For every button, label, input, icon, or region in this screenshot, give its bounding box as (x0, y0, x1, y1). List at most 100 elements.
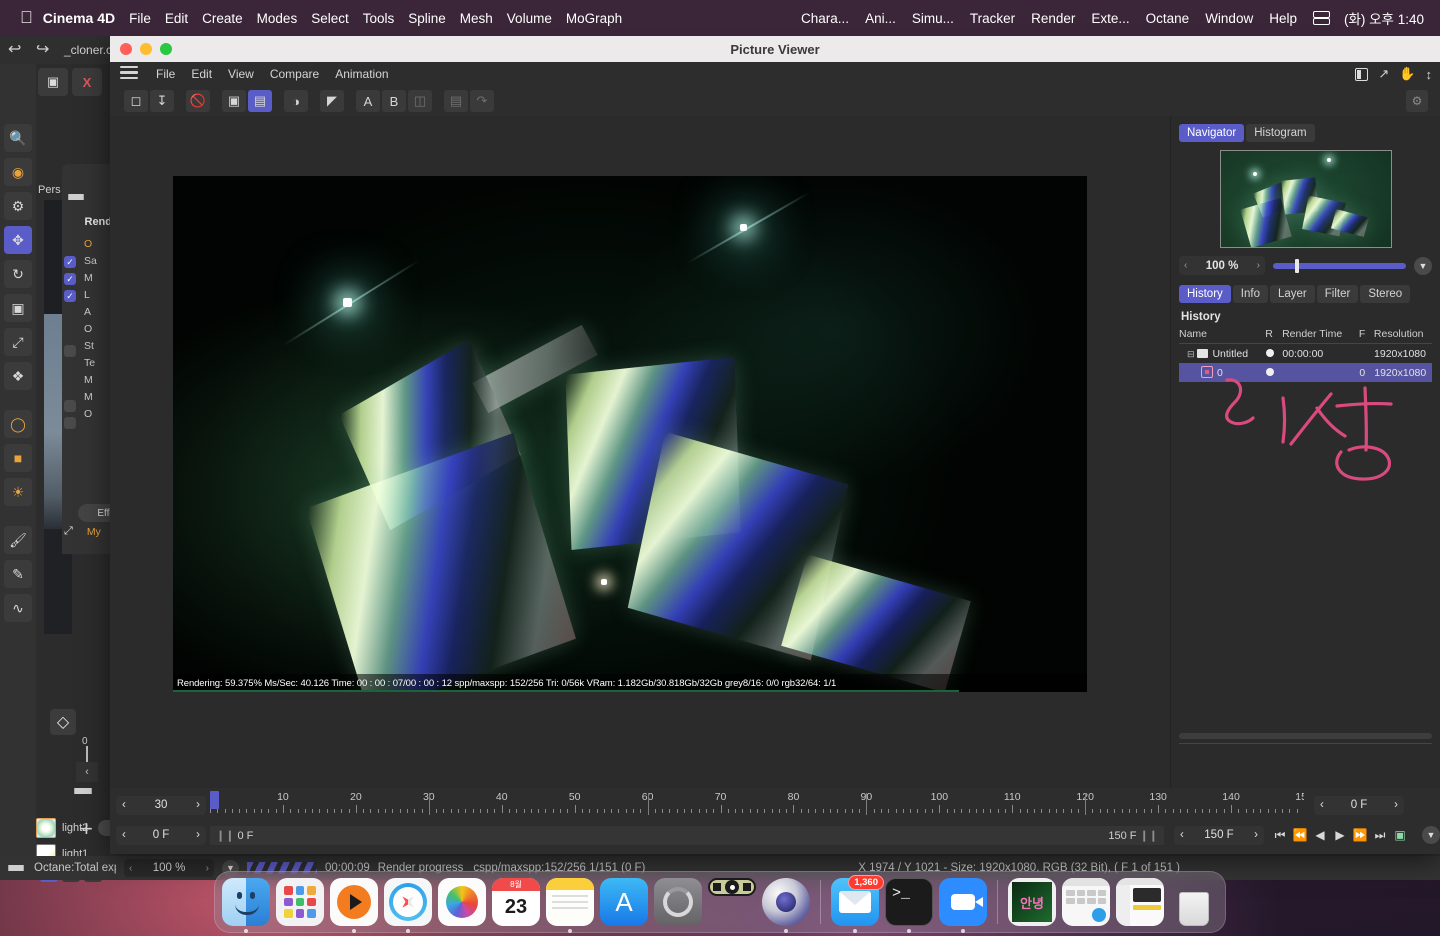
timeline-range-right-field[interactable]: ‹ 0 F › (1314, 795, 1404, 815)
rotate-tool-icon[interactable]: ↻ (4, 260, 32, 288)
table-row[interactable]: 0 0 1920x1080 (1179, 363, 1432, 382)
chevron-right-icon[interactable]: › (206, 863, 209, 874)
render-tree-item[interactable]: M (84, 270, 97, 287)
checkbox-off[interactable] (64, 417, 76, 429)
dock-item-trash[interactable] (1170, 878, 1218, 926)
save-image-icon[interactable]: ↧ (150, 90, 174, 112)
cpu-on-icon[interactable]: ▤ (248, 90, 272, 112)
dock-item-after-effects[interactable] (708, 878, 756, 926)
history-col-f[interactable]: F (1359, 328, 1374, 340)
undo-icon[interactable] (8, 39, 24, 59)
poly-pen-tool-icon[interactable]: ■ (4, 444, 32, 472)
table-row[interactable]: ⊟ Untitled 00:00:00 1920x1080 (1179, 344, 1432, 363)
menubar-item-mesh[interactable]: Mesh (460, 11, 493, 26)
tab-stereo[interactable]: Stereo (1360, 285, 1411, 303)
tab-layer[interactable]: Layer (1269, 285, 1315, 303)
play-icon[interactable]: ▶ (1330, 828, 1350, 842)
stop-render-icon[interactable]: 🚫 (186, 90, 210, 112)
control-center-icon[interactable] (1312, 11, 1330, 25)
go-to-start-icon[interactable]: ⏮ (1270, 828, 1290, 843)
move-tool-icon[interactable]: ✥ (4, 226, 32, 254)
chevron-right-icon[interactable]: › (1394, 799, 1398, 811)
render-tree-item[interactable]: O (84, 236, 97, 253)
tab-info[interactable]: Info (1232, 285, 1268, 303)
dock-item-cinema-4d[interactable] (762, 878, 810, 933)
dock-item-terminal[interactable]: >_ (885, 878, 933, 933)
render-image-canvas[interactable]: Rendering: 59.375% Ms/Sec: 40.126 Time: … (173, 176, 1087, 692)
chevron-left-icon[interactable]: ‹ (122, 799, 126, 811)
live-selection-tool-icon[interactable]: ◉ (4, 158, 32, 186)
history-col-name[interactable]: Name (1179, 328, 1265, 340)
chevron-left-icon[interactable]: ‹ (1184, 260, 1187, 271)
timeline-current-frame-field[interactable]: ‹ 0 F › (116, 825, 206, 845)
checkbox-off[interactable] (64, 345, 76, 357)
menubar-item-modes[interactable]: Modes (257, 11, 298, 26)
menubar-item-window[interactable]: Window (1205, 11, 1253, 26)
apple-logo-icon[interactable]:  (20, 9, 33, 26)
layers-icon[interactable]: ▤ (444, 90, 468, 112)
checkbox-off[interactable] (64, 400, 76, 412)
picture-viewer-titlebar[interactable]: Picture Viewer (110, 36, 1440, 62)
pv-menu-view[interactable]: View (228, 67, 254, 81)
menubar-item-spline[interactable]: Spline (408, 11, 446, 26)
compare-ab-icon[interactable]: ◤ (320, 90, 344, 112)
track-grip-right[interactable]: ❙❙ (1140, 830, 1158, 842)
render-tree-item[interactable]: M (84, 372, 97, 389)
resize-vertical-icon[interactable]: ↕ (1426, 67, 1433, 82)
dock-item-app-store[interactable]: A (600, 878, 648, 926)
menubar-item-extensions[interactable]: Exte... (1091, 11, 1129, 26)
render-tree-item[interactable]: M (84, 389, 97, 406)
point-move-tool-icon[interactable]: ⤢ (4, 328, 32, 356)
c4d-zoom-field[interactable]: ‹ 100 % › (124, 859, 214, 877)
menubar-item-mograph[interactable]: MoGraph (566, 11, 622, 26)
play-reverse-icon[interactable]: ◀ (1310, 828, 1330, 842)
pv-menu-animation[interactable]: Animation (335, 67, 388, 81)
menubar-item-select[interactable]: Select (311, 11, 349, 26)
dock-item-mail[interactable]: 1,360 (831, 875, 884, 933)
open-folder-icon[interactable]: ◻ (124, 90, 148, 112)
dock-item-minimized-window-3[interactable] (1116, 878, 1164, 926)
tab-history[interactable]: History (1179, 285, 1231, 303)
hamburger-icon[interactable] (120, 66, 138, 82)
split-view-icon[interactable] (1355, 67, 1369, 81)
menubar-item-volume[interactable]: Volume (507, 11, 552, 26)
timeline-end-field[interactable]: ‹ 150 F › (1174, 825, 1264, 845)
eyedropper-tool-icon[interactable]: ✎ (4, 560, 32, 588)
chevron-left-icon[interactable]: ‹ (122, 829, 126, 841)
track-grip-left[interactable]: ❙❙ (216, 830, 234, 842)
export-icon[interactable]: ↷ (470, 90, 494, 112)
menubar-item-file[interactable]: File (129, 11, 151, 26)
render-tree-item[interactable]: O (84, 406, 97, 423)
checkbox-on[interactable]: ✓ (64, 256, 76, 268)
menubar-item-octane[interactable]: Octane (1146, 11, 1190, 26)
render-tree-item[interactable]: O (84, 321, 97, 338)
dock-item-vlc[interactable] (330, 878, 378, 933)
delete-icon[interactable]: X (72, 68, 102, 96)
spline-pen-tool-icon[interactable]: ◯ (4, 410, 32, 438)
expand-collapse-icon[interactable]: ⊟ (1187, 349, 1195, 359)
step-back-icon[interactable]: ⏪ (1290, 828, 1310, 842)
checkbox-on[interactable]: ✓ (64, 290, 76, 302)
chevron-right-icon[interactable]: › (196, 799, 200, 811)
render-setting-my-row[interactable]: ⤢ My (64, 525, 101, 538)
open-external-icon[interactable]: ↗ (1378, 66, 1389, 82)
history-col-resolution[interactable]: Resolution (1374, 328, 1432, 340)
scale-tool-icon[interactable]: ▣ (4, 294, 32, 322)
chevron-left-icon[interactable]: ‹ (1320, 799, 1324, 811)
timeline-track[interactable]: ❙❙ 0 F 150 F ❙❙ (210, 825, 1164, 845)
dock-item-safari[interactable] (384, 878, 432, 933)
go-to-end-icon[interactable]: ⏭ (1370, 828, 1390, 843)
hand-icon[interactable]: ✋ (1399, 66, 1415, 82)
keyframe-diamond-icon[interactable]: ◇ (50, 709, 76, 735)
dock-item-minimized-window-2[interactable] (1062, 878, 1110, 926)
render-tree-item[interactable]: Sa (84, 253, 97, 270)
menubar-item-simulate[interactable]: Simu... (912, 11, 954, 26)
axis-modify-tool-icon[interactable]: ⚙ (4, 192, 32, 220)
tab-histogram[interactable]: Histogram (1246, 124, 1315, 142)
step-forward-icon[interactable]: ⏩ (1350, 828, 1370, 842)
menubar-item-edit[interactable]: Edit (165, 11, 188, 26)
chevron-right-icon[interactable]: › (1254, 829, 1258, 841)
redo-icon[interactable] (36, 39, 52, 59)
timeline-playhead[interactable] (210, 791, 219, 809)
paint-brush-tool-icon[interactable]: 🖌 (4, 526, 32, 554)
